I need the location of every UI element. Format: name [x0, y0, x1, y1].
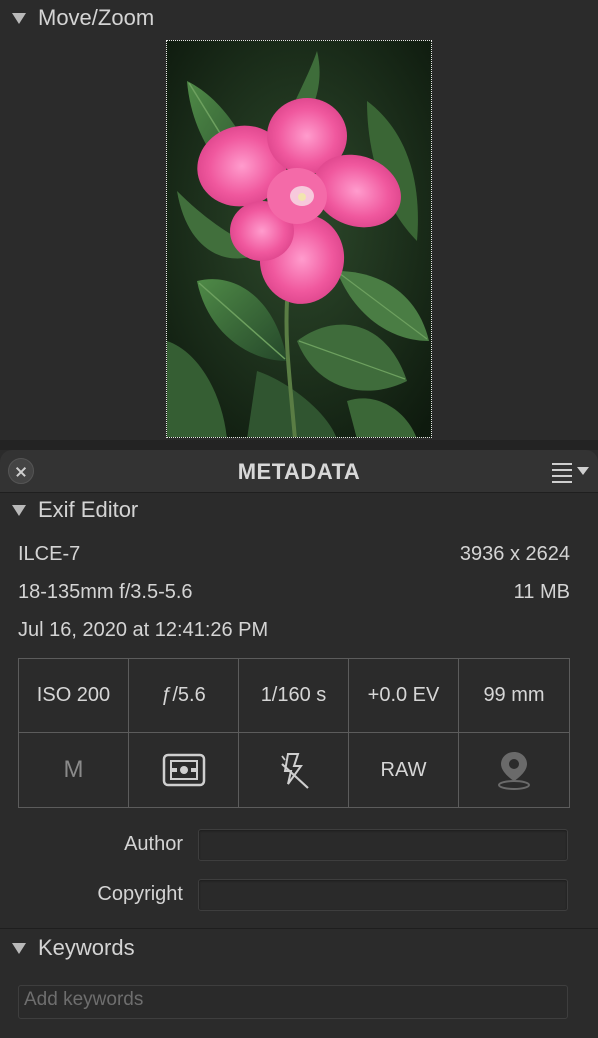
disclosure-triangle-icon[interactable] [12, 942, 26, 954]
exif-grid: ISO 200 ƒ/5.6 1/160 s +0.0 EV 99 mm M RA… [18, 658, 570, 808]
metadata-titlebar: METADATA [0, 450, 598, 493]
exif-editor-header[interactable]: Exif Editor [0, 492, 598, 528]
exposure-mode-cell: M [19, 733, 129, 807]
file-size: 11 MB [513, 581, 570, 603]
date-row: Jul 16, 2020 at 12:41:26 PM [18, 619, 570, 642]
format-cell: RAW [349, 733, 459, 807]
menu-bar [552, 481, 572, 483]
panel-divider[interactable] [0, 440, 598, 450]
keywords-title: Keywords [38, 935, 135, 960]
move-zoom-title: Move/Zoom [38, 5, 155, 30]
iso-cell: ISO 200 [19, 659, 129, 733]
disclosure-triangle-icon[interactable] [12, 504, 26, 516]
flower-photo [167, 41, 431, 437]
camera-model: ILCE-7 [18, 543, 81, 565]
panel-menu-button[interactable] [552, 461, 592, 483]
disclosure-triangle-icon[interactable] [12, 12, 26, 24]
image-dimensions: 3936 x 2624 [459, 543, 570, 565]
panel-title: METADATA [237, 459, 361, 484]
focal-length-cell: 99 mm [459, 659, 569, 733]
menu-bar [552, 463, 572, 465]
keywords-input[interactable]: Add keywords [18, 985, 568, 1019]
exif-editor-title: Exif Editor [38, 497, 139, 522]
capture-date: Jul 16, 2020 at 12:41:26 PM [18, 619, 269, 641]
lens-row: 18-135mm f/3.5-5.6 11 MB [18, 581, 570, 604]
exposure-comp-cell: +0.0 EV [349, 659, 459, 733]
keywords-header[interactable]: Keywords [0, 930, 598, 966]
aperture-cell: ƒ/5.6 [129, 659, 239, 733]
lens-model: 18-135mm f/3.5-5.6 [18, 581, 193, 603]
camera-row: ILCE-7 3936 x 2624 [18, 543, 570, 566]
copyright-field[interactable] [198, 879, 568, 911]
metering-cell [129, 733, 239, 807]
menu-bar [552, 469, 572, 471]
metering-icon [162, 753, 205, 787]
location-pin-icon [498, 752, 530, 790]
location-cell[interactable] [459, 733, 569, 807]
copyright-label: Copyright [97, 883, 183, 905]
author-field[interactable] [198, 829, 568, 861]
divider [0, 928, 598, 929]
flash-cell [239, 733, 349, 807]
move-zoom-header[interactable]: Move/Zoom [0, 0, 598, 36]
author-label: Author [124, 833, 183, 855]
flash-off-icon [280, 753, 309, 789]
image-preview[interactable] [166, 40, 432, 438]
chevron-down-icon [577, 467, 589, 475]
shutter-cell: 1/160 s [239, 659, 349, 733]
menu-bar [552, 475, 572, 477]
